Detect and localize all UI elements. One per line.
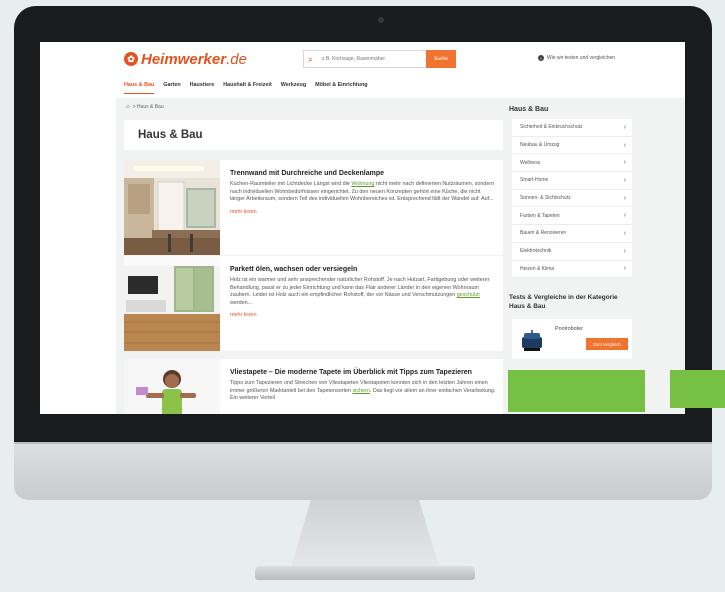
sidebar-item-label: Heizen & Klima xyxy=(520,265,555,272)
search-box: ⌕ xyxy=(303,50,427,68)
chevron-right-icon: › xyxy=(623,141,626,149)
chin-divider xyxy=(14,442,712,444)
article-title[interactable]: Trennwand mit Durchreiche und Deckenlamp… xyxy=(230,169,496,178)
search-icon: ⌕ xyxy=(308,53,314,64)
sidebar-item-label: Wellness xyxy=(520,159,541,166)
article-card[interactable]: Trennwand mit Durchreiche und Deckenlamp… xyxy=(124,160,503,255)
page-title: Haus & Bau xyxy=(138,129,203,141)
product-name: Poolroboter xyxy=(555,326,583,332)
search-input[interactable] xyxy=(322,56,422,62)
article-card[interactable]: Parkett ölen, wachsen oder versiegeln Ho… xyxy=(124,256,503,351)
article-title[interactable]: Vliestapete – Die moderne Tapete im Über… xyxy=(230,368,496,377)
nav-item-werkzeug[interactable]: Werkzeug xyxy=(281,82,306,94)
search-button[interactable]: Suche xyxy=(426,50,456,68)
nav-item-garten[interactable]: Garten xyxy=(163,82,180,94)
monitor-chin xyxy=(14,442,712,500)
logo-name: Heimwerker xyxy=(141,50,227,68)
article-title[interactable]: Parkett ölen, wachsen oder versiegeln xyxy=(230,265,496,274)
chevron-right-icon: › xyxy=(623,229,626,237)
breadcrumb-current[interactable]: > Haus & Bau xyxy=(133,104,164,110)
sidebar-item-elektrotechnik[interactable]: Elektrotechnik › xyxy=(512,243,632,261)
excerpt-text: Küchen-Raumteiler mit Lichtdecke Längst … xyxy=(230,181,352,187)
article-card[interactable]: Vliestapete – Die moderne Tapete im Über… xyxy=(124,359,503,414)
how-we-test-label: Wie wir testen und vergleichen xyxy=(547,55,616,61)
article-thumbnail-parquet[interactable] xyxy=(124,256,220,351)
home-icon[interactable]: ⌂ xyxy=(126,104,130,110)
accent-block xyxy=(670,370,725,408)
sidebar-item-wellness[interactable]: Wellness › xyxy=(512,154,632,173)
screen: ✿ Heimwerker.de ⌕ Suche i Wie wir testen… xyxy=(40,42,685,414)
accent-block xyxy=(508,370,645,412)
main-nav: Haus & Bau Garten Haustiere Haushalt & F… xyxy=(124,82,377,94)
chevron-right-icon: › xyxy=(623,247,626,255)
sidebar-item-label: Farben & Tapeten xyxy=(520,212,560,219)
info-icon: i xyxy=(538,55,544,61)
article-thumbnail-kitchen[interactable] xyxy=(124,160,220,255)
page-title-box: Haus & Bau xyxy=(124,120,503,150)
chevron-right-icon: › xyxy=(623,212,626,220)
monitor-foot xyxy=(255,566,475,580)
article-thumbnail-wallpaper[interactable] xyxy=(124,359,220,414)
nav-item-moebel-einrichtung[interactable]: Möbel & Einrichtung xyxy=(315,82,367,94)
sidebar-item-bauen[interactable]: Bauen & Renovieren › xyxy=(512,225,632,243)
logo-domain: .de xyxy=(226,50,247,68)
sidebar-item-label: Sicherheit & Einbruchschutz xyxy=(520,124,583,131)
sidebar-item-label: Neubau & Umzug xyxy=(520,142,560,149)
article-excerpt: Holz ist ein warmer und sehr ansprechend… xyxy=(230,277,496,307)
excerpt-link[interactable]: Wohnung xyxy=(351,181,374,187)
nav-item-haustiere[interactable]: Haustiere xyxy=(190,82,215,94)
read-more-link[interactable]: mehr lesen xyxy=(230,312,496,318)
pool-robot-icon xyxy=(522,330,542,351)
article-excerpt: Küchen-Raumteiler mit Lichtdecke Längst … xyxy=(230,181,496,204)
sidebar-item-sicherheit[interactable]: Sicherheit & Einbruchschutz › xyxy=(512,119,632,137)
monitor-stand xyxy=(290,500,440,570)
excerpt-text: werden... xyxy=(230,299,253,306)
chevron-right-icon: › xyxy=(623,194,626,202)
tests-section-title: Tests & Vergleiche in der Kategorie Haus… xyxy=(509,294,618,310)
product-card[interactable]: Poolroboter Zum Vergleich xyxy=(512,319,632,359)
sidebar-item-smart-home[interactable]: Smart-Home › xyxy=(512,172,632,190)
article-excerpt: Tipps zum Tapezieren und Streichen von V… xyxy=(230,380,496,403)
sidebar-item-farben[interactable]: Farben & Tapeten › xyxy=(512,207,632,226)
sidebar-item-label: Smart-Home xyxy=(520,177,549,184)
read-more-link[interactable]: mehr lesen xyxy=(230,209,496,215)
logo-icon: ✿ xyxy=(124,52,138,66)
compare-button[interactable]: Zum Vergleich xyxy=(586,338,628,350)
chevron-right-icon: › xyxy=(623,265,626,273)
chevron-right-icon: › xyxy=(623,159,626,167)
camera-icon xyxy=(378,17,384,23)
sidebar-item-neubau[interactable]: Neubau & Umzug › xyxy=(512,137,632,155)
nav-item-haus-bau[interactable]: Haus & Bau xyxy=(124,82,155,94)
nav-item-haushalt-freizeit[interactable]: Haushalt & Freizeit xyxy=(223,82,272,94)
sidebar-item-label: Bauen & Renovieren xyxy=(520,230,567,237)
chevron-right-icon: › xyxy=(623,176,626,184)
breadcrumb: ⌂ > Haus & Bau xyxy=(126,104,164,110)
sidebar-item-label: Elektrotechnik xyxy=(520,248,552,255)
sidebar-item-sonnenschutz[interactable]: Sonnen- & Sichtschutz › xyxy=(512,190,632,208)
sidebar-item-label: Sonnen- & Sichtschutz xyxy=(520,195,571,202)
excerpt-link[interactable]: geschützt xyxy=(457,292,480,298)
chevron-right-icon: › xyxy=(623,123,626,131)
sidebar-title: Haus & Bau xyxy=(509,106,549,113)
excerpt-link[interactable]: sichern xyxy=(352,388,369,394)
sidebar-item-heizen[interactable]: Heizen & Klima › xyxy=(512,261,632,279)
site-header: ✿ Heimwerker.de ⌕ Suche i Wie wir testen… xyxy=(40,42,685,76)
sidebar-category-list: Sicherheit & Einbruchschutz › Neubau & Um… xyxy=(512,119,632,279)
how-we-test-link[interactable]: i Wie wir testen und vergleichen xyxy=(538,55,615,61)
site-logo[interactable]: ✿ Heimwerker .de xyxy=(124,50,247,68)
excerpt-text: Holz ist ein warmer und sehr ansprechend… xyxy=(230,277,490,298)
